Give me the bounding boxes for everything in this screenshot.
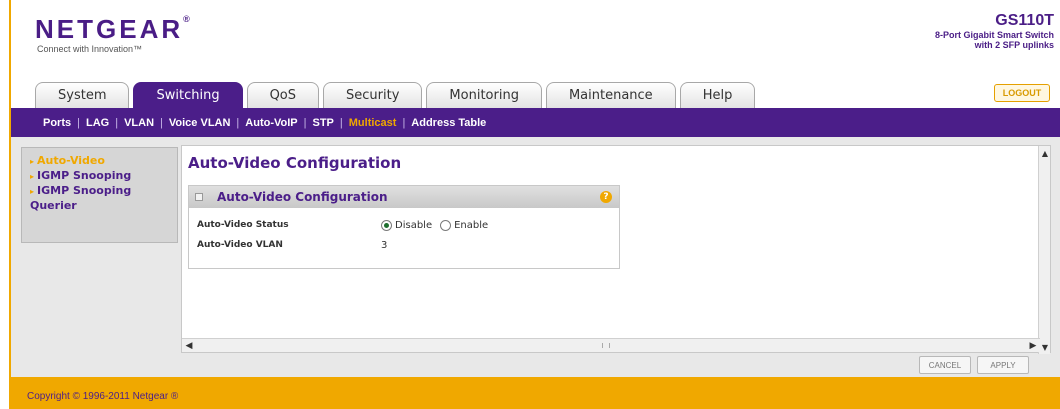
product-description-line1: 8-Port Gigabit Smart Switch (934, 30, 1054, 40)
scroll-grip[interactable] (602, 343, 610, 348)
radio-enable[interactable] (440, 219, 452, 231)
tab-system[interactable]: System (35, 82, 130, 108)
bullet-icon: ▸ (30, 187, 35, 196)
bullet-icon: ▸ (30, 157, 35, 166)
workspace: ▸ Auto-Video ▸ IGMP Snooping ▸ IGMP Snoopin… (11, 137, 1060, 377)
sidebar-item-igmp-snooping[interactable]: ▸ IGMP Snooping (30, 169, 169, 184)
tab-security[interactable]: Security (323, 82, 423, 108)
subnav-separator: | (303, 116, 307, 129)
status-label: Auto-Video Status (197, 220, 289, 230)
vlan-label: Auto-Video VLAN (197, 240, 283, 250)
subnav-separator: | (402, 116, 406, 129)
scroll-down-icon[interactable]: ▼ (1040, 341, 1050, 353)
subnav-voice-vlan[interactable]: Voice VLAN (169, 117, 231, 129)
product-model: GS110T (995, 12, 1054, 29)
sub-navigation: Ports | LAG | VLAN | Voice VLAN | Auto-V… (11, 108, 1060, 137)
subnav-vlan[interactable]: VLAN (124, 117, 154, 129)
content-frame: Auto-Video Configuration Auto-Video Conf… (181, 145, 1051, 354)
sidebar-item-label: IGMP Snooping (37, 184, 132, 197)
subnav-separator: | (115, 116, 119, 129)
sidebar-item-label: Querier (30, 199, 77, 212)
subnav-separator: | (339, 116, 343, 129)
bullet-icon: ▸ (30, 172, 35, 181)
panel-title: Auto-Video Configuration (217, 190, 388, 204)
subnav-lag[interactable]: LAG (86, 117, 109, 129)
sidebar: ▸ Auto-Video ▸ IGMP Snooping ▸ IGMP Snoopin… (21, 147, 178, 243)
copyright: Copyright © 1996-2011 Netgear ® (27, 391, 179, 402)
scroll-right-icon[interactable]: ▶ (1027, 340, 1039, 352)
main-tabs: System Switching QoS Security Monitoring… (35, 82, 756, 108)
sidebar-item-igmp-snooping-querier[interactable]: ▸ IGMP Snooping (30, 184, 169, 199)
horizontal-scrollbar[interactable]: ◀ ▶ (182, 338, 1040, 352)
vlan-row: Auto-Video VLAN 3 (197, 238, 387, 252)
cancel-button[interactable]: CANCEL (919, 356, 971, 374)
radio-enable-label[interactable]: Enable (454, 220, 488, 231)
logo-text: NETGEAR (35, 14, 184, 44)
tagline: Connect with Innovation™ (37, 44, 143, 54)
sidebar-item-auto-video[interactable]: ▸ Auto-Video (30, 154, 169, 169)
tab-help[interactable]: Help (679, 82, 756, 108)
scroll-up-icon[interactable]: ▲ (1040, 147, 1050, 159)
product-info: GS110T 8-Port Gigabit Smart Switch with … (935, 12, 1054, 50)
status-radio-group: Disable Enable (381, 219, 496, 231)
tab-qos[interactable]: QoS (246, 82, 320, 108)
sidebar-item-querier[interactable]: Querier (30, 199, 169, 213)
subnav-separator: | (77, 116, 80, 129)
status-row: Auto-Video Status Disable Enable (197, 218, 496, 232)
help-icon[interactable]: ? (600, 191, 612, 203)
subnav-auto-voip[interactable]: Auto-VoIP (245, 117, 297, 129)
subnav-separator: | (160, 116, 163, 129)
subnav-multicast[interactable]: Multicast (349, 117, 397, 129)
apply-button[interactable]: APPLY (977, 356, 1029, 374)
scroll-left-icon[interactable]: ◀ (183, 340, 195, 352)
tab-maintenance[interactable]: Maintenance (545, 82, 676, 108)
panel-header: Auto-Video Configuration ? (189, 186, 619, 208)
product-description-line2: with 2 SFP uplinks (974, 40, 1054, 50)
footer: Copyright © 1996-2011 Netgear ® (11, 377, 1060, 409)
config-panel: Auto-Video Configuration ? Auto-Video St… (188, 185, 620, 269)
vlan-value: 3 (381, 239, 388, 251)
subnav-stp[interactable]: STP (312, 117, 333, 129)
vertical-scrollbar[interactable]: ▲ ▼ (1038, 146, 1050, 354)
page-title: Auto-Video Configuration (188, 154, 402, 172)
netgear-logo: NETGEAR® (35, 14, 190, 45)
tab-monitoring[interactable]: Monitoring (426, 82, 542, 108)
logo-mark: ® (183, 14, 190, 24)
collapse-icon[interactable] (195, 193, 203, 201)
sidebar-item-label: Auto-Video (37, 154, 105, 167)
subnav-separator: | (236, 116, 240, 129)
subnav-ports[interactable]: Ports (43, 117, 71, 129)
logout-button[interactable]: LOGOUT (994, 84, 1050, 102)
radio-disable-label[interactable]: Disable (395, 220, 432, 231)
subnav-address-table[interactable]: Address Table (411, 117, 486, 129)
radio-disable[interactable] (381, 219, 392, 231)
tab-switching[interactable]: Switching (133, 82, 243, 108)
page-frame: NETGEAR® Connect with Innovation™ GS110T… (9, 0, 1060, 409)
sidebar-item-label: IGMP Snooping (37, 169, 132, 182)
